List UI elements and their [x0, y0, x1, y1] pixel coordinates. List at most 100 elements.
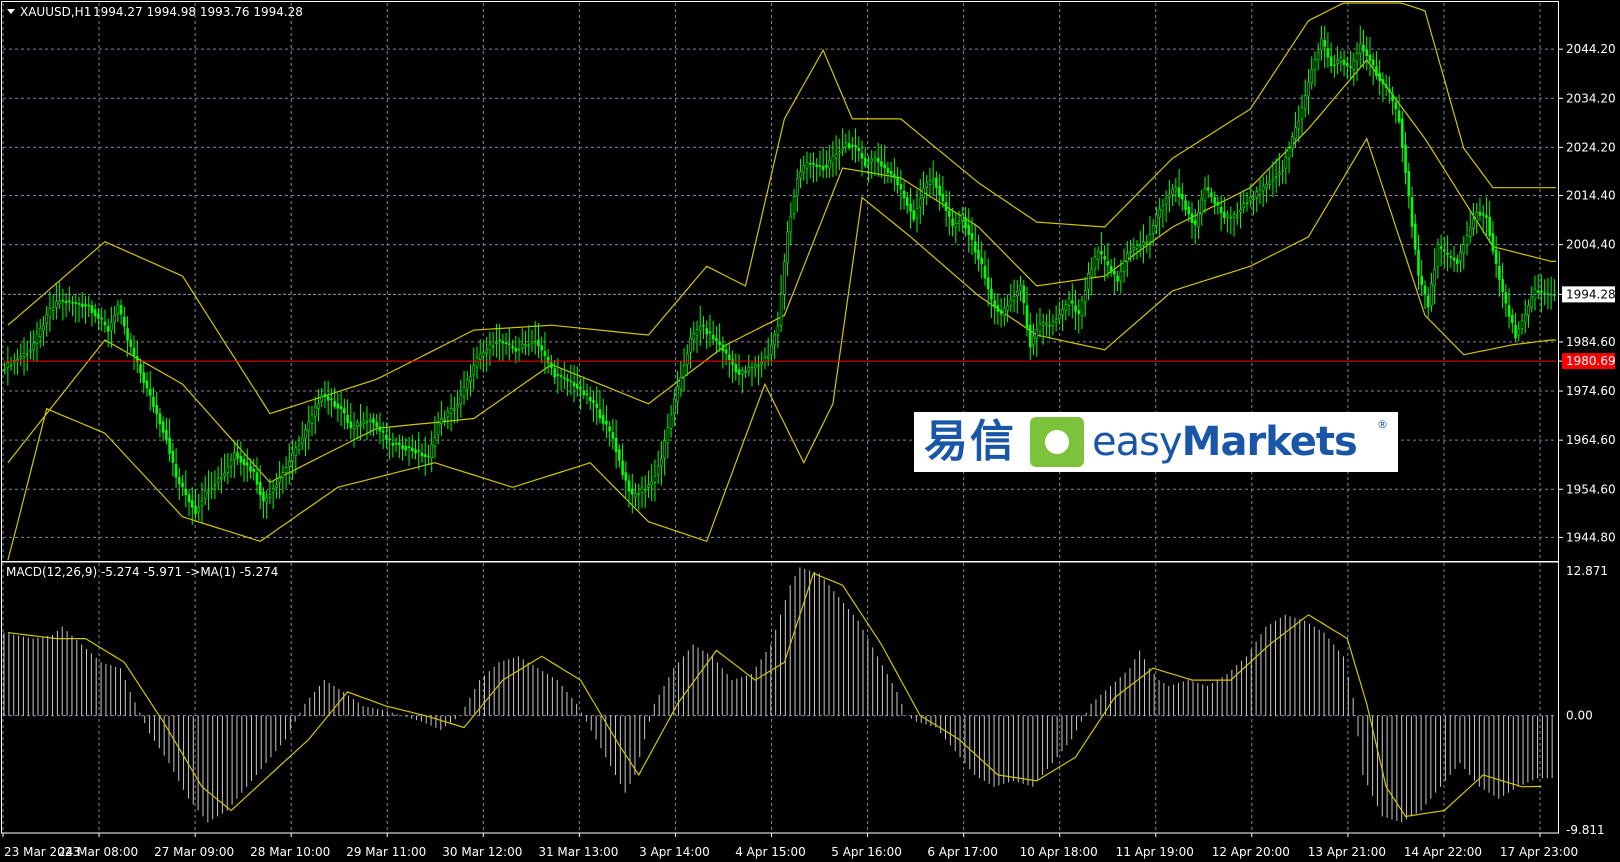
candle-body: [928, 180, 932, 185]
candle-body: [1520, 320, 1524, 329]
candle-body: [744, 371, 747, 373]
candle-body: [485, 349, 488, 354]
candle-body: [498, 339, 501, 342]
candle-body: [320, 396, 323, 402]
candle-body: [1177, 187, 1181, 197]
candle-body: [1164, 197, 1168, 205]
candle-body: [795, 178, 799, 197]
candle-body: [1507, 305, 1511, 317]
candle-body: [1080, 299, 1084, 316]
candle-body: [436, 422, 440, 436]
time-tick-label: 24 Mar 08:00: [58, 845, 138, 859]
candle-body: [731, 359, 734, 365]
candle-body: [372, 418, 375, 423]
candle-body: [805, 162, 809, 169]
candle-body: [867, 162, 870, 165]
candle-body: [145, 380, 149, 389]
candle-body: [656, 465, 660, 475]
candle-body: [1109, 265, 1113, 273]
candle-body: [828, 160, 831, 169]
candle-body: [1041, 322, 1045, 326]
candle-body: [29, 350, 32, 353]
candle-body: [566, 378, 569, 382]
candle-body: [1488, 216, 1491, 236]
candle-body: [501, 341, 505, 344]
candle-body: [378, 426, 382, 432]
candle-body: [1232, 214, 1236, 218]
candle-body: [1323, 40, 1326, 47]
candle-body: [838, 151, 841, 154]
candle-body: [1523, 313, 1527, 323]
candle-body: [1071, 300, 1074, 304]
candle-body: [860, 153, 864, 159]
candle-body: [563, 377, 566, 379]
candle-body: [938, 185, 941, 196]
candle-body: [834, 153, 838, 159]
candle-body: [1501, 279, 1504, 292]
candle-body: [1297, 120, 1301, 130]
candle-body: [1083, 290, 1087, 303]
candle-body: [1148, 234, 1152, 243]
candle-body: [863, 157, 867, 167]
candle-body: [3, 369, 6, 371]
candle-body: [692, 332, 696, 341]
candle-body: [333, 401, 336, 407]
candle-body: [113, 315, 116, 323]
candle-body: [74, 302, 78, 304]
candle-body: [1410, 197, 1414, 227]
candle-body: [643, 489, 647, 491]
candle-body: [1087, 273, 1090, 290]
candle-body: [77, 303, 81, 305]
candle-body: [249, 465, 252, 472]
candle-body: [1300, 107, 1304, 120]
candle-body: [55, 301, 58, 308]
candle-body: [1291, 136, 1294, 149]
candle-body: [1268, 182, 1271, 185]
candle-body: [909, 203, 912, 212]
candle-body: [1129, 251, 1132, 253]
candle-body: [1491, 233, 1495, 252]
candle-body: [841, 147, 844, 151]
candle-body: [711, 334, 715, 340]
candle-body: [1294, 126, 1297, 139]
candle-body: [446, 411, 450, 418]
candle-body: [1106, 261, 1110, 266]
candle-body: [265, 497, 268, 503]
candle-body: [821, 166, 825, 171]
candle-body: [880, 161, 883, 167]
candle-body: [653, 475, 657, 483]
candle-body: [1371, 59, 1375, 66]
ohlc-label: 1994.27 1994.98 1993.76 1994.28: [93, 5, 303, 19]
candle-body: [935, 177, 938, 188]
candle-body: [964, 216, 967, 229]
candle-body: [1006, 305, 1009, 311]
candle-body: [715, 338, 718, 342]
candle-body: [1161, 205, 1165, 211]
candle-body: [598, 409, 602, 419]
candle-body: [349, 421, 353, 429]
candle-body: [1032, 335, 1035, 346]
candle-body: [1365, 49, 1369, 56]
candle-body: [93, 309, 97, 317]
candle-body: [818, 165, 822, 167]
price-tick-label: 1974.60: [1566, 384, 1616, 398]
price-tick-label: 1984.60: [1566, 335, 1616, 349]
candle-body: [559, 375, 563, 377]
candle-body: [110, 322, 113, 331]
candle-body: [1245, 202, 1249, 204]
candle-body: [650, 481, 654, 486]
candle-body: [1417, 249, 1420, 276]
candle-body: [893, 174, 896, 179]
candle-body: [1407, 171, 1411, 197]
macd-tick-label: -9.811: [1566, 823, 1605, 837]
candle-body: [220, 477, 223, 480]
candle-body: [1193, 220, 1197, 225]
candle-body: [750, 367, 754, 370]
candle-body: [433, 437, 437, 447]
candle-body: [1452, 257, 1456, 261]
candle-body: [1219, 207, 1223, 214]
time-tick-label: 6 Apr 17:00: [927, 845, 998, 859]
candle-body: [339, 405, 343, 410]
candle-body: [585, 393, 589, 396]
candle-body: [9, 364, 13, 367]
